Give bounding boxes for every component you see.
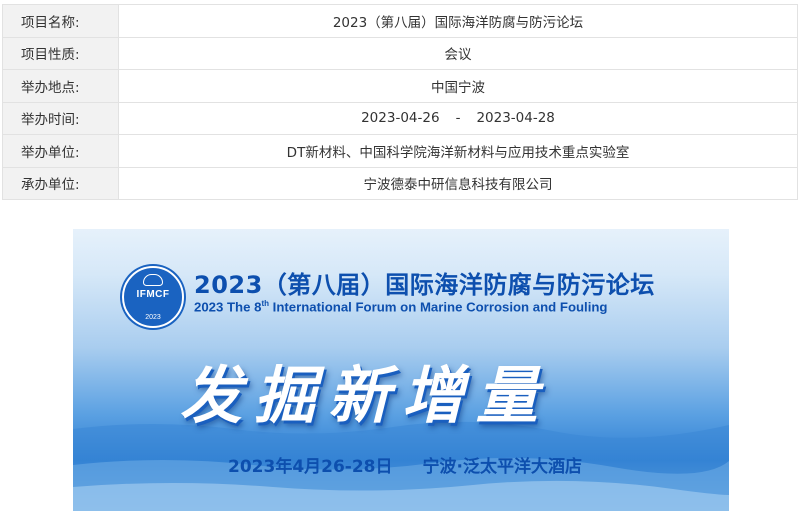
banner-venue: 宁波·泛太平洋大酒店 [422, 457, 582, 477]
table-row: 项目性质: 会议 [2, 36, 798, 70]
banner-title-chinese: 2023（第八届）国际海洋防腐与防污论坛 [194, 271, 655, 299]
logo-year: 2023 [145, 314, 161, 321]
row-label: 承办单位: [2, 166, 119, 200]
end-date: 2023-04-28 [476, 110, 555, 127]
date-separator: - [455, 110, 461, 127]
forum-banner-image: IFMCF 2023 2023（第八届）国际海洋防腐与防污论坛 2023 The… [73, 229, 729, 511]
banner-slogan: 发掘新增量 [180, 359, 551, 432]
title-en-suffix: International Forum on Marine Corrosion … [269, 299, 608, 315]
table-row: 举办时间: 2023-04-26-2023-04-28 [2, 101, 798, 135]
row-value: 会议 [118, 36, 798, 70]
row-value: 宁波德泰中研信息科技有限公司 [118, 166, 798, 200]
row-label: 项目名称: [2, 4, 119, 38]
row-label: 项目性质: [2, 36, 119, 70]
project-info-table: 项目名称: 2023（第八届）国际海洋防腐与防污论坛 项目性质: 会议 举办地点… [2, 4, 798, 200]
row-value-dates: 2023-04-26-2023-04-28 [118, 101, 798, 135]
banner-date: 2023年4月26-28日 [228, 457, 393, 477]
banner-footer: 2023年4月26-28日 宁波·泛太平洋大酒店 [228, 452, 582, 477]
title-en-sup: th [261, 299, 270, 308]
row-label: 举办地点: [2, 69, 119, 103]
row-value: 中国宁波 [118, 69, 798, 103]
globe-icon [143, 274, 163, 286]
table-row: 举办单位: DT新材料、中国科学院海洋新材料与应用技术重点实验室 [2, 134, 798, 168]
row-value: 2023（第八届）国际海洋防腐与防污论坛 [118, 4, 798, 38]
row-label: 举办时间: [2, 101, 119, 135]
banner-title-english: 2023 The 8th International Forum on Mari… [194, 299, 608, 314]
logo-text: IFMCF [136, 289, 170, 300]
start-date: 2023-04-26 [361, 110, 440, 127]
title-en-prefix: 2023 The 8 [194, 299, 262, 315]
ifmcf-logo: IFMCF 2023 [122, 266, 184, 328]
table-row: 承办单位: 宁波德泰中研信息科技有限公司 [2, 166, 798, 200]
table-row: 项目名称: 2023（第八届）国际海洋防腐与防污论坛 [2, 4, 798, 38]
row-label: 举办单位: [2, 134, 119, 168]
table-row: 举办地点: 中国宁波 [2, 69, 798, 103]
row-value: DT新材料、中国科学院海洋新材料与应用技术重点实验室 [118, 134, 798, 168]
